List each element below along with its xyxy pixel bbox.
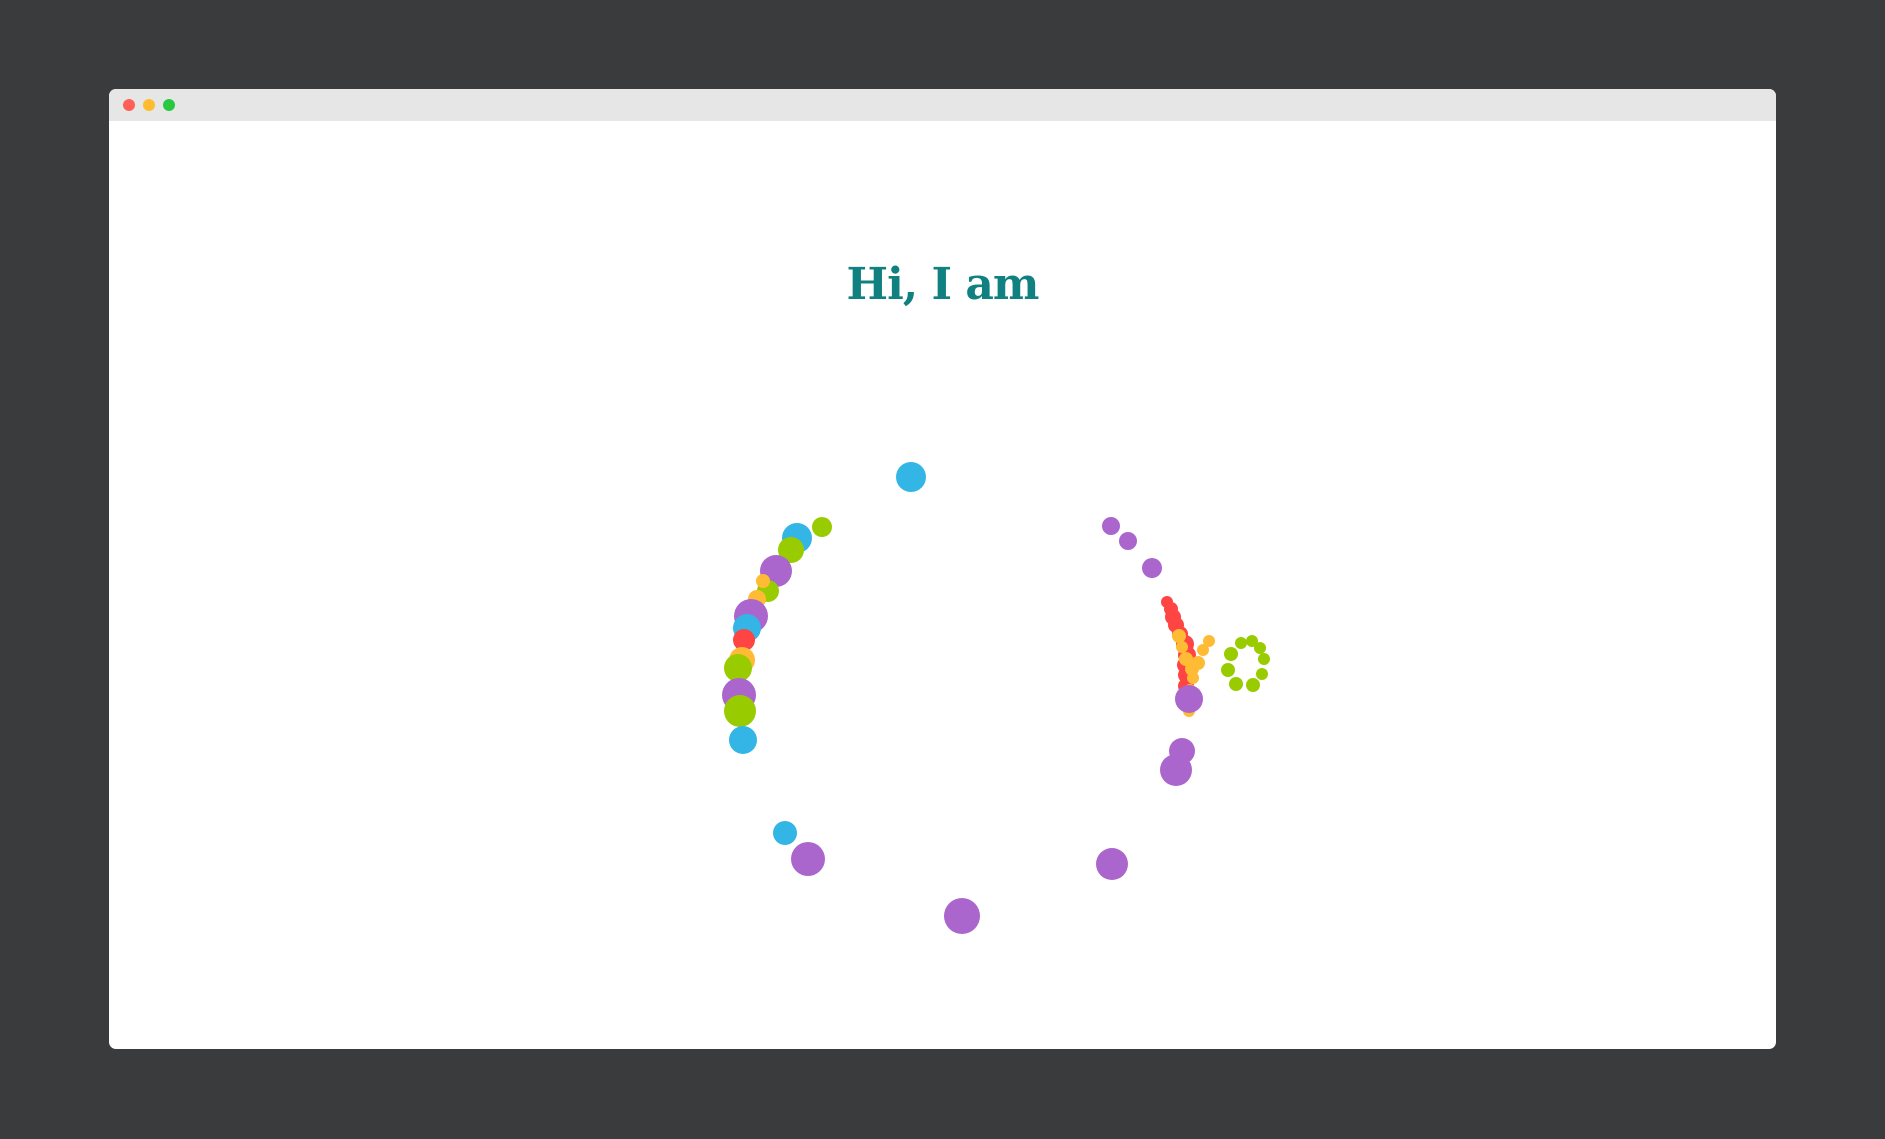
page-heading: Hi, I am <box>846 259 1040 310</box>
window-titlebar <box>109 89 1776 121</box>
close-window-button[interactable] <box>123 99 135 111</box>
minimize-window-button[interactable] <box>143 99 155 111</box>
browser-window: Hi, I am <box>109 89 1776 1049</box>
maximize-window-button[interactable] <box>163 99 175 111</box>
